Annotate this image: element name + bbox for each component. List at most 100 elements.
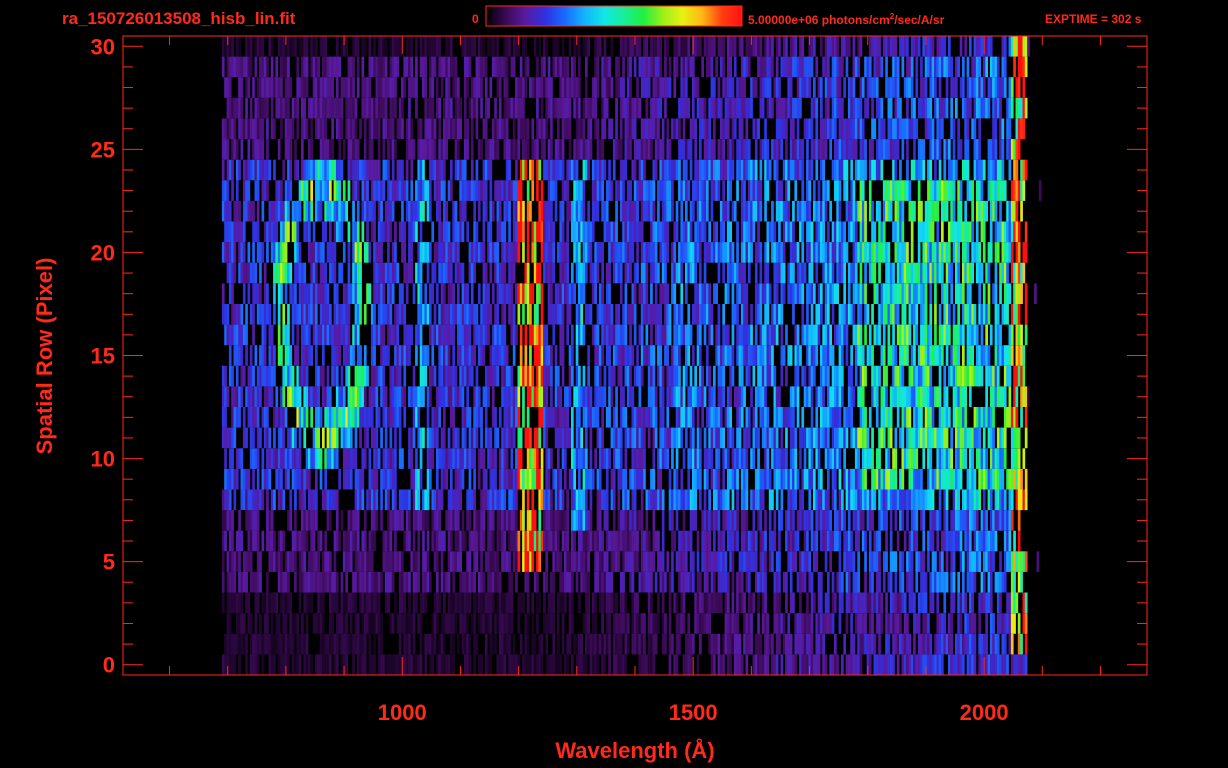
heatmap-cell bbox=[761, 468, 765, 490]
heatmap-cell bbox=[675, 633, 679, 655]
heatmap-cell bbox=[591, 654, 595, 675]
heatmap-cell bbox=[647, 613, 651, 634]
heatmap-cell bbox=[908, 262, 912, 284]
heatmap-cell bbox=[398, 304, 402, 325]
heatmap-cell bbox=[1027, 386, 1030, 407]
heatmap-cell bbox=[347, 365, 351, 387]
heatmap-cell bbox=[915, 530, 919, 552]
heatmap-cell bbox=[980, 262, 984, 284]
heatmap-cell bbox=[282, 592, 286, 614]
heatmap-cell bbox=[701, 283, 704, 304]
heatmap-cell bbox=[915, 448, 919, 469]
heatmap-cell bbox=[519, 365, 523, 387]
heatmap-cell bbox=[817, 427, 821, 449]
heatmap-cell bbox=[629, 468, 632, 490]
heatmap-cell bbox=[601, 304, 604, 325]
heatmap-cell bbox=[554, 654, 558, 675]
heatmap-cell bbox=[540, 489, 544, 511]
heatmap-cell bbox=[643, 571, 646, 593]
heatmap-cell bbox=[650, 283, 653, 304]
heatmap-cell bbox=[945, 530, 949, 552]
heatmap-cell bbox=[415, 345, 418, 366]
heatmap-cell bbox=[538, 427, 542, 449]
heatmap-cell bbox=[820, 530, 823, 552]
heatmap-cell bbox=[1020, 571, 1023, 593]
heatmap-cell bbox=[824, 365, 828, 387]
heatmap-cell bbox=[871, 448, 874, 469]
heatmap-cell bbox=[785, 571, 788, 593]
heatmap-cell bbox=[973, 633, 977, 655]
heatmap-cell bbox=[771, 530, 774, 552]
heatmap-cell bbox=[533, 633, 537, 655]
heatmap-cell bbox=[484, 551, 488, 572]
heatmap-cell bbox=[731, 427, 735, 449]
heatmap-cell bbox=[575, 448, 579, 469]
heatmap-cell bbox=[624, 407, 628, 428]
heatmap-cell bbox=[861, 468, 865, 490]
heatmap-cell bbox=[817, 324, 821, 346]
heatmap-cell bbox=[598, 427, 602, 449]
heatmap-cell bbox=[915, 613, 919, 634]
heatmap-cell bbox=[1010, 489, 1014, 511]
heatmap-cell bbox=[422, 530, 425, 552]
heatmap-cell bbox=[447, 551, 451, 572]
heatmap-cell bbox=[489, 489, 493, 511]
heatmap-cell bbox=[240, 262, 244, 284]
heatmap-cell bbox=[854, 510, 858, 531]
heatmap-cell bbox=[557, 633, 560, 655]
heatmap-cell bbox=[820, 633, 823, 655]
heatmap-cell bbox=[538, 510, 542, 531]
heatmap-cell bbox=[468, 262, 472, 284]
heatmap-cell bbox=[610, 592, 614, 614]
heatmap-cell bbox=[824, 489, 828, 511]
heatmap-cell bbox=[301, 510, 304, 531]
heatmap-cell bbox=[831, 654, 835, 675]
heatmap-cell bbox=[820, 489, 823, 511]
heatmap-cell bbox=[941, 448, 944, 469]
heatmap-cell bbox=[375, 592, 379, 614]
heatmap-cell bbox=[978, 592, 981, 614]
heatmap-cell bbox=[526, 633, 530, 655]
heatmap-cell bbox=[801, 283, 805, 304]
heatmap-cell bbox=[426, 633, 430, 655]
heatmap-cell bbox=[347, 468, 351, 490]
heatmap-cell bbox=[312, 283, 316, 304]
heatmap-cell bbox=[1013, 551, 1016, 572]
heatmap-cell bbox=[505, 468, 509, 490]
heatmap-cell bbox=[650, 468, 653, 490]
heatmap-cell bbox=[238, 592, 241, 614]
heatmap-cell bbox=[878, 571, 881, 593]
heatmap-cell bbox=[917, 345, 921, 366]
heatmap-cell bbox=[298, 654, 302, 675]
heatmap-cell bbox=[333, 571, 337, 593]
heatmap-cell bbox=[221, 530, 225, 552]
heatmap-cell bbox=[934, 324, 937, 346]
heatmap-cell bbox=[410, 468, 414, 490]
heatmap-cell bbox=[659, 407, 663, 428]
heatmap-cell bbox=[475, 386, 479, 407]
heatmap-cell bbox=[368, 489, 372, 511]
heatmap-cell bbox=[268, 510, 272, 531]
heatmap-cell bbox=[792, 262, 795, 284]
heatmap-cell bbox=[256, 510, 260, 531]
heatmap-cell bbox=[966, 551, 970, 572]
heatmap-cell bbox=[780, 489, 784, 511]
heatmap-cell bbox=[647, 571, 651, 593]
heatmap-cell bbox=[329, 324, 332, 346]
heatmap-cell bbox=[745, 365, 749, 387]
heatmap-cell bbox=[354, 365, 358, 387]
heatmap-cell bbox=[531, 633, 535, 655]
heatmap-cell bbox=[308, 345, 311, 366]
heatmap-cell bbox=[796, 510, 800, 531]
heatmap-cell bbox=[710, 427, 714, 449]
heatmap-cell bbox=[757, 510, 760, 531]
heatmap-cell bbox=[743, 345, 746, 366]
heatmap-cell bbox=[827, 386, 830, 407]
heatmap-cell bbox=[861, 592, 865, 614]
heatmap-cell bbox=[503, 427, 507, 449]
heatmap-cell bbox=[457, 510, 460, 531]
heatmap-cell bbox=[882, 365, 886, 387]
heatmap-cell bbox=[955, 324, 958, 346]
heatmap-cell bbox=[268, 304, 272, 325]
heatmap-cell bbox=[591, 283, 595, 304]
